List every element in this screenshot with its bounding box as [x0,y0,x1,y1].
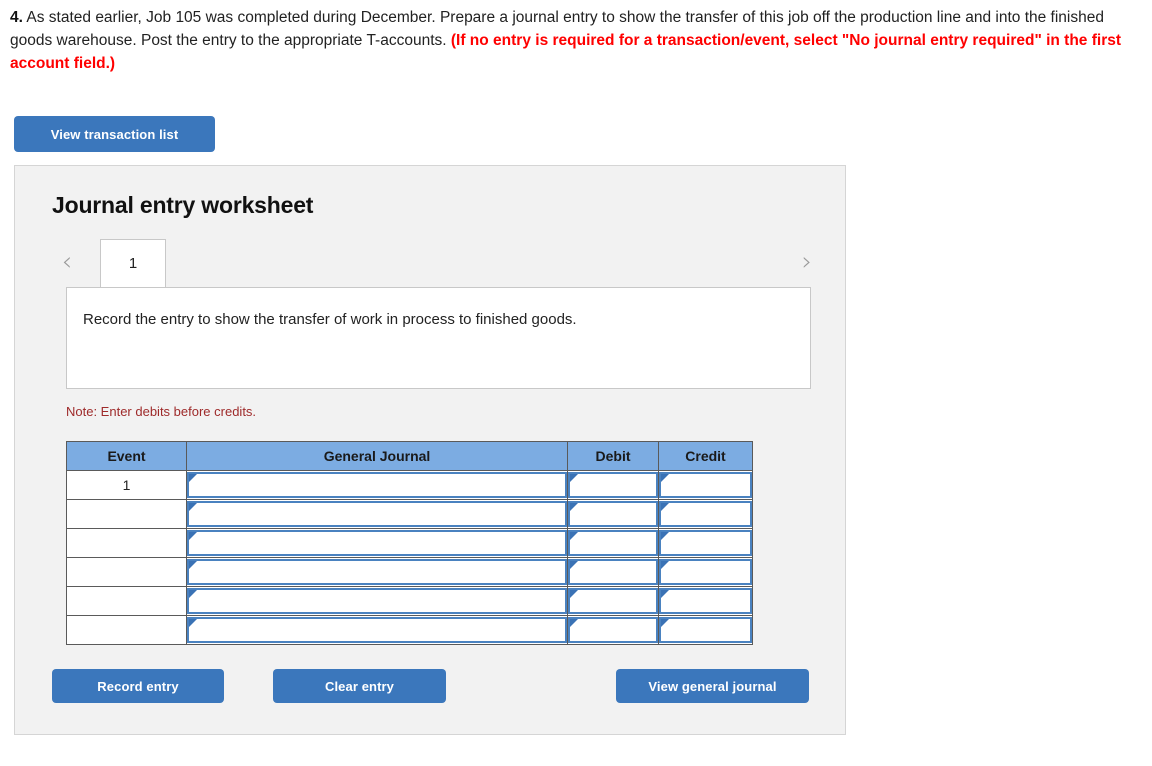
chevron-right-icon[interactable]: › [792,245,822,279]
column-header-event: Event [66,441,187,471]
event-cell [66,615,187,645]
worksheet-tabstrip: ‹ 1 › [52,239,822,287]
general-journal-input-cell[interactable] [186,586,568,616]
debit-input[interactable] [568,617,658,643]
credit-input[interactable] [659,501,752,527]
general-journal-input-cell[interactable] [186,615,568,645]
debits-before-credits-note: Note: Enter debits before credits. [66,404,257,419]
dropdown-corner-icon [661,590,669,598]
credit-input-cell[interactable] [658,615,753,645]
tab-1[interactable]: 1 [100,239,166,287]
credit-input-cell[interactable] [658,586,753,616]
dropdown-corner-icon [189,532,197,540]
chevron-left-icon[interactable]: ‹ [52,245,82,279]
journal-entry-worksheet-card: Journal entry worksheet ‹ 1 › Record the… [14,165,846,735]
event-cell [66,557,187,587]
debit-input-cell[interactable] [567,470,659,500]
general-journal-select[interactable] [187,559,567,585]
event-cell: 1 [66,470,187,500]
debit-input-cell[interactable] [567,557,659,587]
dropdown-corner-icon [570,474,578,482]
credit-input[interactable] [659,617,752,643]
table-row [66,528,753,558]
table-row [66,615,753,645]
question-number: 4. [10,9,23,26]
dropdown-corner-icon [189,561,197,569]
dropdown-corner-icon [661,532,669,540]
dropdown-corner-icon [189,590,197,598]
view-transaction-list-button[interactable]: View transaction list [14,116,215,152]
debit-input-cell[interactable] [567,586,659,616]
instruction-box: Record the entry to show the transfer of… [66,287,811,389]
record-entry-button[interactable]: Record entry [52,669,224,703]
dropdown-corner-icon [661,474,669,482]
dropdown-corner-icon [189,474,197,482]
table-header-row: Event General Journal Debit Credit [66,441,753,471]
credit-input-cell[interactable] [658,470,753,500]
general-journal-select[interactable] [187,472,567,498]
view-general-journal-button[interactable]: View general journal [616,669,809,703]
clear-entry-button[interactable]: Clear entry [273,669,446,703]
column-header-credit: Credit [658,441,753,471]
dropdown-corner-icon [570,561,578,569]
general-journal-select[interactable] [187,530,567,556]
dropdown-corner-icon [570,532,578,540]
credit-input[interactable] [659,559,752,585]
credit-input[interactable] [659,588,752,614]
debit-input[interactable] [568,559,658,585]
credit-input[interactable] [659,530,752,556]
general-journal-input-cell[interactable] [186,528,568,558]
table-row [66,557,753,587]
journal-entry-table: Event General Journal Debit Credit 1 [66,441,753,645]
general-journal-select[interactable] [187,588,567,614]
dropdown-corner-icon [189,503,197,511]
credit-input-cell[interactable] [658,528,753,558]
credit-input-cell[interactable] [658,499,753,529]
question-text: 4. As stated earlier, Job 105 was comple… [10,6,1142,75]
table-row [66,499,753,529]
debit-input-cell[interactable] [567,528,659,558]
debit-input-cell[interactable] [567,499,659,529]
column-header-general-journal: General Journal [186,441,568,471]
dropdown-corner-icon [661,561,669,569]
credit-input[interactable] [659,472,752,498]
credit-input-cell[interactable] [658,557,753,587]
debit-input-cell[interactable] [567,615,659,645]
debit-input[interactable] [568,472,658,498]
table-row [66,586,753,616]
event-cell [66,528,187,558]
general-journal-select[interactable] [187,501,567,527]
general-journal-input-cell[interactable] [186,470,568,500]
column-header-debit: Debit [567,441,659,471]
dropdown-corner-icon [661,503,669,511]
page-title: Journal entry worksheet [52,192,314,218]
event-cell [66,499,187,529]
general-journal-input-cell[interactable] [186,499,568,529]
debit-input[interactable] [568,530,658,556]
dropdown-corner-icon [570,619,578,627]
dropdown-corner-icon [189,619,197,627]
general-journal-input-cell[interactable] [186,557,568,587]
dropdown-corner-icon [570,590,578,598]
dropdown-corner-icon [570,503,578,511]
general-journal-select[interactable] [187,617,567,643]
table-row: 1 [66,470,753,500]
debit-input[interactable] [568,588,658,614]
debit-input[interactable] [568,501,658,527]
event-cell [66,586,187,616]
dropdown-corner-icon [661,619,669,627]
